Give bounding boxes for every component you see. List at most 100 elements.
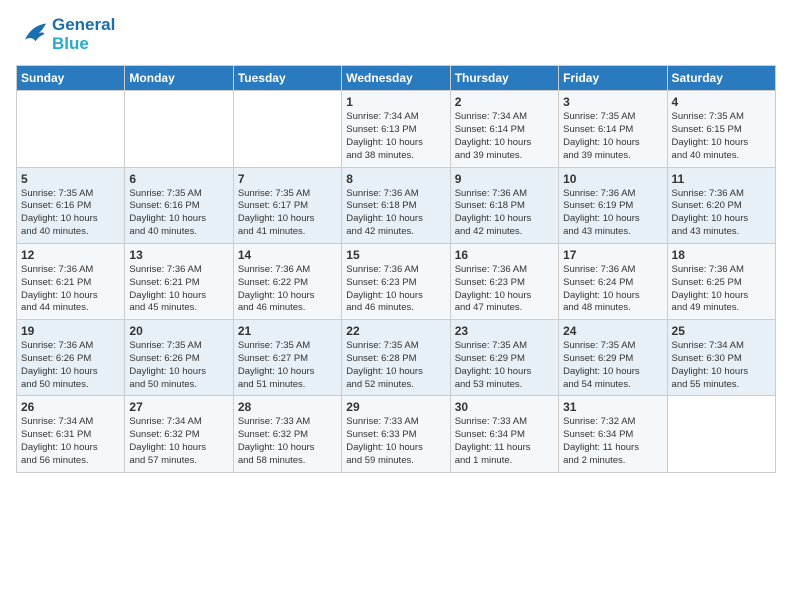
day-info: Sunrise: 7:36 AM Sunset: 6:20 PM Dayligh… — [672, 188, 771, 239]
calendar-cell: 16 Sunrise: 7:36 AM Sunset: 6:23 PM Dayli… — [450, 243, 558, 319]
day-number: 22 — [346, 324, 445, 338]
day-number: 4 — [672, 95, 771, 109]
week-row-1: 1Sunrise: 7:34 AM Sunset: 6:13 PM Daylig… — [17, 91, 776, 167]
calendar-cell: 11 Sunrise: 7:36 AM Sunset: 6:20 PM Dayli… — [667, 167, 775, 243]
day-info: Sunrise: 7:32 AM Sunset: 6:34 PM Dayligh… — [563, 416, 662, 467]
day-info: Sunrise: 7:35 AM Sunset: 6:14 PM Dayligh… — [563, 111, 662, 162]
day-info: Sunrise: 7:36 AM Sunset: 6:18 PM Dayligh… — [346, 188, 445, 239]
day-info: Sunrise: 7:36 AM Sunset: 6:23 PM Dayligh… — [346, 264, 445, 315]
calendar-cell: 1Sunrise: 7:34 AM Sunset: 6:13 PM Daylig… — [342, 91, 450, 167]
logo: General Blue — [16, 16, 115, 53]
calendar-cell: 22Sunrise: 7:35 AM Sunset: 6:28 PM Dayli… — [342, 320, 450, 396]
calendar-cell: 5 Sunrise: 7:35 AM Sunset: 6:16 PM Daylig… — [17, 167, 125, 243]
day-number: 25 — [672, 324, 771, 338]
calendar-cell: 7 Sunrise: 7:35 AM Sunset: 6:17 PM Daylig… — [233, 167, 341, 243]
day-info: Sunrise: 7:36 AM Sunset: 6:19 PM Dayligh… — [563, 188, 662, 239]
calendar-cell: 12 Sunrise: 7:36 AM Sunset: 6:21 PM Dayli… — [17, 243, 125, 319]
calendar-table: SundayMondayTuesdayWednesdayThursdayFrid… — [16, 65, 776, 472]
day-info: Sunrise: 7:36 AM Sunset: 6:26 PM Dayligh… — [21, 340, 120, 391]
day-info: Sunrise: 7:33 AM Sunset: 6:34 PM Dayligh… — [455, 416, 554, 467]
calendar-cell: 29 Sunrise: 7:33 AM Sunset: 6:33 PM Dayli… — [342, 396, 450, 472]
day-info: Sunrise: 7:35 AM Sunset: 6:29 PM Dayligh… — [455, 340, 554, 391]
day-info: Sunrise: 7:34 AM Sunset: 6:30 PM Dayligh… — [672, 340, 771, 391]
calendar-cell: 9 Sunrise: 7:36 AM Sunset: 6:18 PM Daylig… — [450, 167, 558, 243]
day-number: 2 — [455, 95, 554, 109]
day-number: 11 — [672, 172, 771, 186]
calendar-cell: 17 Sunrise: 7:36 AM Sunset: 6:24 PM Dayli… — [559, 243, 667, 319]
day-number: 28 — [238, 400, 337, 414]
day-info: Sunrise: 7:35 AM Sunset: 6:17 PM Dayligh… — [238, 188, 337, 239]
day-info: Sunrise: 7:35 AM Sunset: 6:16 PM Dayligh… — [129, 188, 228, 239]
calendar-cell: 20 Sunrise: 7:35 AM Sunset: 6:26 PM Dayli… — [125, 320, 233, 396]
day-info: Sunrise: 7:35 AM Sunset: 6:16 PM Dayligh… — [21, 188, 120, 239]
page-header: General Blue — [16, 16, 776, 53]
weekday-header-tuesday: Tuesday — [233, 66, 341, 91]
day-number: 9 — [455, 172, 554, 186]
week-row-4: 19 Sunrise: 7:36 AM Sunset: 6:26 PM Dayli… — [17, 320, 776, 396]
calendar-cell: 2Sunrise: 7:34 AM Sunset: 6:14 PM Daylig… — [450, 91, 558, 167]
day-number: 1 — [346, 95, 445, 109]
day-info: Sunrise: 7:36 AM Sunset: 6:21 PM Dayligh… — [129, 264, 228, 315]
day-info: Sunrise: 7:35 AM Sunset: 6:26 PM Dayligh… — [129, 340, 228, 391]
day-info: Sunrise: 7:36 AM Sunset: 6:18 PM Dayligh… — [455, 188, 554, 239]
day-info: Sunrise: 7:35 AM Sunset: 6:15 PM Dayligh… — [672, 111, 771, 162]
day-number: 14 — [238, 248, 337, 262]
day-info: Sunrise: 7:36 AM Sunset: 6:23 PM Dayligh… — [455, 264, 554, 315]
day-info: Sunrise: 7:36 AM Sunset: 6:22 PM Dayligh… — [238, 264, 337, 315]
day-number: 29 — [346, 400, 445, 414]
weekday-header-wednesday: Wednesday — [342, 66, 450, 91]
day-number: 31 — [563, 400, 662, 414]
day-number: 30 — [455, 400, 554, 414]
day-number: 21 — [238, 324, 337, 338]
calendar-cell: 21 Sunrise: 7:35 AM Sunset: 6:27 PM Dayli… — [233, 320, 341, 396]
calendar-cell: 14 Sunrise: 7:36 AM Sunset: 6:22 PM Dayli… — [233, 243, 341, 319]
week-row-2: 5 Sunrise: 7:35 AM Sunset: 6:16 PM Daylig… — [17, 167, 776, 243]
calendar-cell: 26Sunrise: 7:34 AM Sunset: 6:31 PM Dayli… — [17, 396, 125, 472]
day-number: 5 — [21, 172, 120, 186]
calendar-cell: 31 Sunrise: 7:32 AM Sunset: 6:34 PM Dayli… — [559, 396, 667, 472]
calendar-cell: 27 Sunrise: 7:34 AM Sunset: 6:32 PM Dayli… — [125, 396, 233, 472]
calendar-cell: 15 Sunrise: 7:36 AM Sunset: 6:23 PM Dayli… — [342, 243, 450, 319]
calendar-cell: 3 Sunrise: 7:35 AM Sunset: 6:14 PM Daylig… — [559, 91, 667, 167]
day-number: 15 — [346, 248, 445, 262]
logo-icon — [16, 21, 48, 49]
day-number: 19 — [21, 324, 120, 338]
logo-text: General Blue — [52, 16, 115, 53]
calendar-cell — [17, 91, 125, 167]
day-number: 17 — [563, 248, 662, 262]
calendar-cell — [125, 91, 233, 167]
day-number: 13 — [129, 248, 228, 262]
day-number: 23 — [455, 324, 554, 338]
day-number: 18 — [672, 248, 771, 262]
day-number: 24 — [563, 324, 662, 338]
day-number: 3 — [563, 95, 662, 109]
day-number: 20 — [129, 324, 228, 338]
day-info: Sunrise: 7:36 AM Sunset: 6:21 PM Dayligh… — [21, 264, 120, 315]
day-number: 7 — [238, 172, 337, 186]
weekday-header-friday: Friday — [559, 66, 667, 91]
day-number: 16 — [455, 248, 554, 262]
weekday-header-monday: Monday — [125, 66, 233, 91]
calendar-cell: 23 Sunrise: 7:35 AM Sunset: 6:29 PM Dayli… — [450, 320, 558, 396]
calendar-cell: 28 Sunrise: 7:33 AM Sunset: 6:32 PM Dayli… — [233, 396, 341, 472]
week-row-3: 12 Sunrise: 7:36 AM Sunset: 6:21 PM Dayli… — [17, 243, 776, 319]
day-info: Sunrise: 7:33 AM Sunset: 6:32 PM Dayligh… — [238, 416, 337, 467]
weekday-header-row: SundayMondayTuesdayWednesdayThursdayFrid… — [17, 66, 776, 91]
day-info: Sunrise: 7:34 AM Sunset: 6:32 PM Dayligh… — [129, 416, 228, 467]
calendar-cell: 19 Sunrise: 7:36 AM Sunset: 6:26 PM Dayli… — [17, 320, 125, 396]
day-number: 26 — [21, 400, 120, 414]
day-number: 10 — [563, 172, 662, 186]
day-info: Sunrise: 7:33 AM Sunset: 6:33 PM Dayligh… — [346, 416, 445, 467]
day-number: 27 — [129, 400, 228, 414]
calendar-cell: 18 Sunrise: 7:36 AM Sunset: 6:25 PM Dayli… — [667, 243, 775, 319]
day-info: Sunrise: 7:36 AM Sunset: 6:25 PM Dayligh… — [672, 264, 771, 315]
day-number: 12 — [21, 248, 120, 262]
calendar-cell: 30 Sunrise: 7:33 AM Sunset: 6:34 PM Dayli… — [450, 396, 558, 472]
calendar-cell: 6Sunrise: 7:35 AM Sunset: 6:16 PM Daylig… — [125, 167, 233, 243]
day-info: Sunrise: 7:36 AM Sunset: 6:24 PM Dayligh… — [563, 264, 662, 315]
week-row-5: 26Sunrise: 7:34 AM Sunset: 6:31 PM Dayli… — [17, 396, 776, 472]
calendar-cell: 13 Sunrise: 7:36 AM Sunset: 6:21 PM Dayli… — [125, 243, 233, 319]
calendar-cell: 10 Sunrise: 7:36 AM Sunset: 6:19 PM Dayli… — [559, 167, 667, 243]
calendar-cell: 24Sunrise: 7:35 AM Sunset: 6:29 PM Dayli… — [559, 320, 667, 396]
day-info: Sunrise: 7:35 AM Sunset: 6:27 PM Dayligh… — [238, 340, 337, 391]
